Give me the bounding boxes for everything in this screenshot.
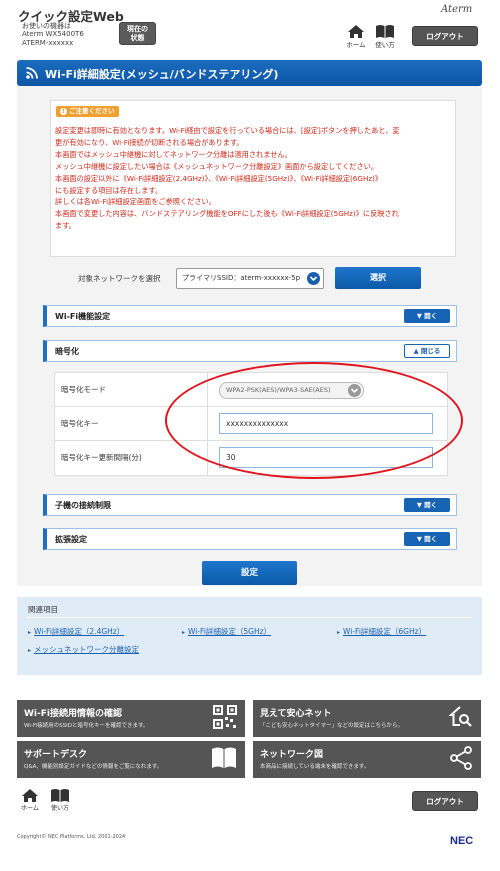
aterm-logo: Aterm xyxy=(441,4,473,15)
open-button[interactable]: ▼ 開く xyxy=(404,532,450,546)
caution-line: にも設定する項目は存在します。 xyxy=(55,185,163,195)
select-network-button[interactable]: 選択 xyxy=(335,267,421,289)
close-button[interactable]: ▲ 閉じる xyxy=(404,344,450,358)
home-icon xyxy=(22,789,38,802)
key-update-interval-label: 暗号化キー更新間隔(分) xyxy=(61,453,142,462)
book-icon xyxy=(212,747,236,768)
help-nav[interactable]: 使い方 xyxy=(372,24,398,49)
target-network-label: 対象ネットワークを選択 xyxy=(78,274,161,283)
caution-text: 設定変更は即時に有効となります。Wi-Fi経由で設定を行っている場合には、[設定… xyxy=(55,125,453,232)
page-title-bar: Wi-Fi詳細設定(メッシュ/バンドステアリング) xyxy=(17,60,482,86)
footer-home-nav[interactable]: ホーム xyxy=(17,788,43,812)
section-extended[interactable]: 拡張設定 ▼ 開く xyxy=(43,528,457,550)
header: クイック設定Web お使いの機器は Aterm WX5400T6 ATERM-x… xyxy=(0,0,500,58)
arrow-right-icon: ▸ xyxy=(28,629,32,636)
link-mesh-isolation[interactable]: ▸ メッシュネットワーク分離設定 xyxy=(28,644,139,655)
footer-logout-button[interactable]: ログアウト xyxy=(412,791,478,811)
footer-help-nav[interactable]: 使い方 xyxy=(47,788,73,812)
tile-support-desk[interactable]: サポートデスク Q&A、機能別設定ガイドなどの情報をご覧になれます。 xyxy=(17,741,245,778)
copyright: Copyright© NEC Platforms, Ltd. 2001-2024 xyxy=(17,834,126,840)
arrow-right-icon: ▸ xyxy=(337,629,341,636)
section-client-limit[interactable]: 子機の接続制限 ▼ 開く xyxy=(43,494,457,516)
device-model: Aterm WX5400T6 xyxy=(22,30,84,38)
save-settings-button[interactable]: 設定 xyxy=(202,561,297,585)
encryption-mode-label: 暗号化モード xyxy=(61,385,106,394)
chevron-up-icon: ▲ xyxy=(413,347,421,355)
target-network-select[interactable]: プライマリSSID：aterm-xxxxxx-5p xyxy=(176,268,324,289)
related-items: 関連項目 ▸ Wi-Fi詳細設定（2.4GHz） ▸ Wi-Fi詳細設定（5GHz）… xyxy=(17,597,482,675)
current-status-button[interactable]: 現在の 状態 xyxy=(119,22,156,45)
home-search-icon xyxy=(449,706,472,727)
open-button[interactable]: ▼ 開く xyxy=(404,309,450,323)
caution-line: 更が有効になり、Wi-Fi接続が切断される場合があります。 xyxy=(55,137,244,147)
tile-wifi-info[interactable]: Wi-Fi接続用情報の確認 Wi-Fi接続用のSSIDと暗号化キーを確認できます… xyxy=(17,700,245,737)
book-icon xyxy=(376,25,394,38)
link-wifi-6ghz[interactable]: ▸ Wi-Fi詳細設定（6GHz） xyxy=(337,626,426,637)
home-icon xyxy=(348,25,364,38)
caution-line: メッシュ中継機に設定したい場合は《メッシュネットワーク分離設定》画面から設定して… xyxy=(55,161,379,171)
device-id: ATERM-xxxxxx xyxy=(22,39,74,47)
highlight-annotation-circle xyxy=(165,362,463,479)
open-button[interactable]: ▼ 開く xyxy=(404,498,450,512)
caution-line: ます。 xyxy=(55,221,76,231)
tile-network-map[interactable]: ネットワーク図 本商品に接続している端末を確認できます。 xyxy=(253,741,481,778)
section-encryption[interactable]: 暗号化 ▲ 閉じる xyxy=(43,340,457,362)
caution-badge: ! ご注意ください xyxy=(56,106,119,117)
home-nav[interactable]: ホーム xyxy=(343,24,369,49)
caution-box: ! ご注意ください 設定変更は即時に有効となります。Wi-Fi経由で設定を行ってい… xyxy=(50,100,456,257)
qr-code-icon xyxy=(213,705,237,729)
logout-button[interactable]: ログアウト xyxy=(412,26,478,46)
caution-line: 本画面で変更した内容は、バンドステアリング機能をOFFにした後も《Wi-Fi詳細… xyxy=(55,209,399,219)
arrow-right-icon: ▸ xyxy=(182,629,186,636)
related-title: 関連項目 xyxy=(28,605,58,614)
link-wifi-5ghz[interactable]: ▸ Wi-Fi詳細設定（5GHz） xyxy=(182,626,271,637)
tile-safe-net[interactable]: 見えて安心ネット 「こども安心ネットタイマー」などの設定はこちらから。 xyxy=(253,700,481,737)
arrow-right-icon: ▸ xyxy=(28,647,32,654)
chevron-down-icon xyxy=(307,272,320,285)
section-wifi-function[interactable]: Wi-Fi機能設定 ▼ 開く xyxy=(43,305,457,327)
page-title: Wi-Fi詳細設定(メッシュ/バンドステアリング) xyxy=(45,68,279,81)
caution-line: 本画面ではメッシュ中継機に対してネットワーク分離は適用されません。 xyxy=(55,149,292,159)
caution-line: 設定変更は即時に有効となります。Wi-Fi経由で設定を行っている場合には、[設定… xyxy=(55,126,400,135)
encryption-key-label: 暗号化キー xyxy=(61,419,99,428)
wifi-icon xyxy=(26,67,38,79)
network-icon xyxy=(450,746,472,770)
nec-logo: NEC xyxy=(450,835,474,847)
exclamation-icon: ! xyxy=(60,108,67,115)
caution-line: 本画面の設定以外に《Wi-Fi詳細設定(2.4GHz)》、《Wi-Fi詳細設定(… xyxy=(55,173,383,183)
link-wifi-24ghz[interactable]: ▸ Wi-Fi詳細設定（2.4GHz） xyxy=(28,626,124,637)
caution-line: 詳しくは各Wi-Fi詳細設定画面をご参照ください。 xyxy=(55,197,216,207)
book-icon xyxy=(51,789,69,802)
